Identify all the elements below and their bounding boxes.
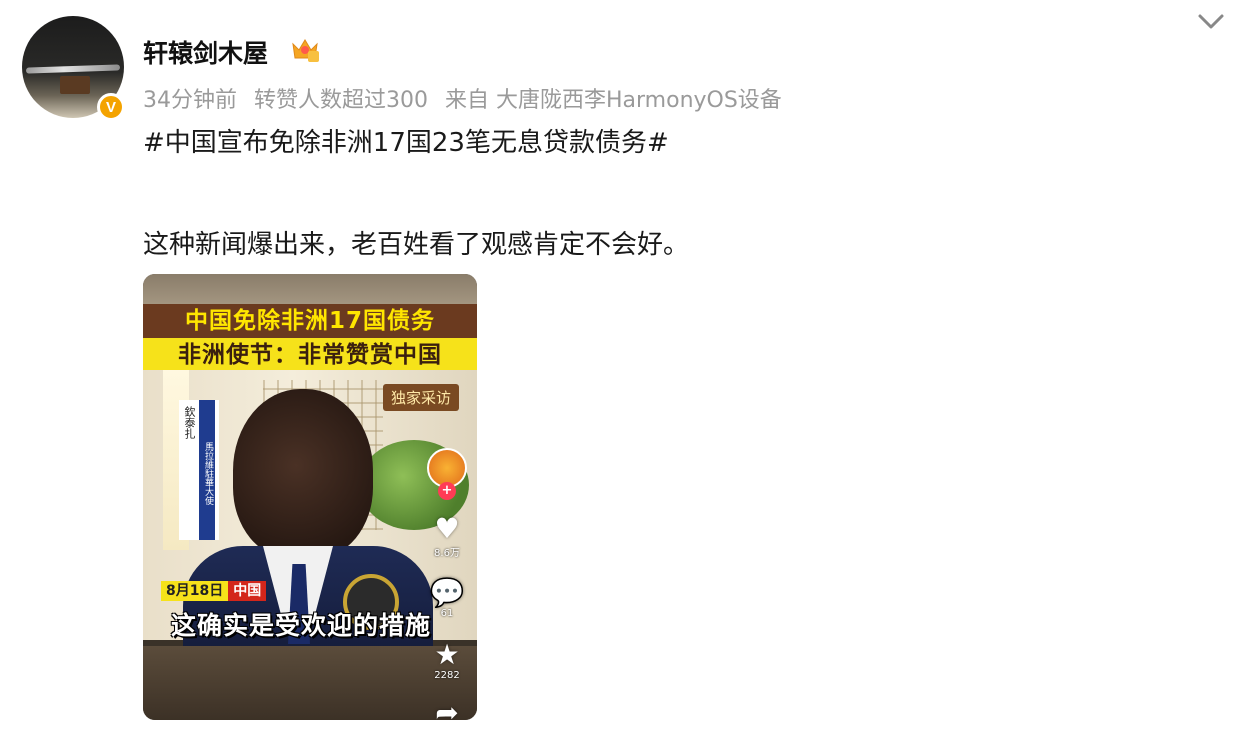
star-icon: ★ (434, 638, 460, 671)
username[interactable]: 轩辕剑木屋 (143, 34, 268, 70)
favorite-count: 2282 (434, 670, 460, 681)
like-action[interactable]: ♥ 8.6万 (425, 512, 469, 560)
comment-count: 61 (440, 608, 454, 619)
exclusive-badge: 独家采访 (383, 384, 460, 411)
post-source[interactable]: 来自 大唐陇西李HarmonyOS设备 (445, 88, 782, 113)
repost-count: 转赞人数超过300 (254, 88, 428, 113)
speaker-head (233, 389, 373, 559)
post-text: 这种新闻爆出来，老百姓看了观感肯定不会好。 (143, 230, 690, 260)
crown-icon (292, 39, 319, 62)
post-time: 34分钟前 (143, 88, 237, 113)
heart-icon: ♥ (434, 512, 460, 545)
favorite-action[interactable]: ★ 2282 (425, 638, 469, 682)
date-tag: 8月18日 中国 (161, 580, 267, 601)
speaker-nameplate: 欽泰扎 馬拉維駐華大使 (179, 400, 219, 540)
video-title-line2: 非洲使节：非常赞赏中国 (178, 342, 442, 368)
verified-v-icon: V (97, 93, 125, 121)
video-date: 8月18日 (161, 581, 229, 601)
share-icon: ➦ (435, 696, 459, 721)
video-thumbnail[interactable]: 中国免除非洲17国债务 非洲使节：非常赞赏中国 独家采访 欽泰扎 馬拉維駐華大使… (143, 274, 477, 720)
video-caption: 这确实是受欢迎的措施 (171, 611, 432, 640)
like-count: 8.6万 (434, 548, 460, 559)
video-top-bg (143, 274, 477, 304)
hashtag-link[interactable]: #中国宣布免除非洲17国23笔无息贷款债务# (143, 122, 669, 159)
follow-plus-icon[interactable]: + (438, 482, 456, 500)
comment-icon: 💬 (429, 576, 465, 609)
video-channel: 中国 (228, 581, 267, 601)
post-meta: 34分钟前 转赞人数超过300 来自 大唐陇西李HarmonyOS设备 (143, 82, 792, 114)
comment-action[interactable]: 💬 61 (425, 576, 469, 620)
speaker-name: 欽泰扎 (183, 406, 196, 439)
video-title-line1: 中国免除非洲17国债务 (143, 304, 477, 338)
weibo-post: V 轩辕剑木屋 34分钟前 转赞人数超过300 来自 大唐陇西李HarmonyO… (0, 0, 1234, 742)
avatar-sword-image (25, 64, 121, 74)
share-action[interactable]: ➦ (425, 696, 469, 721)
avatar-sword-stand (60, 76, 90, 94)
chevron-down-icon[interactable] (1196, 10, 1226, 34)
speaker-title: 馬拉維駐華大使 (199, 400, 215, 540)
